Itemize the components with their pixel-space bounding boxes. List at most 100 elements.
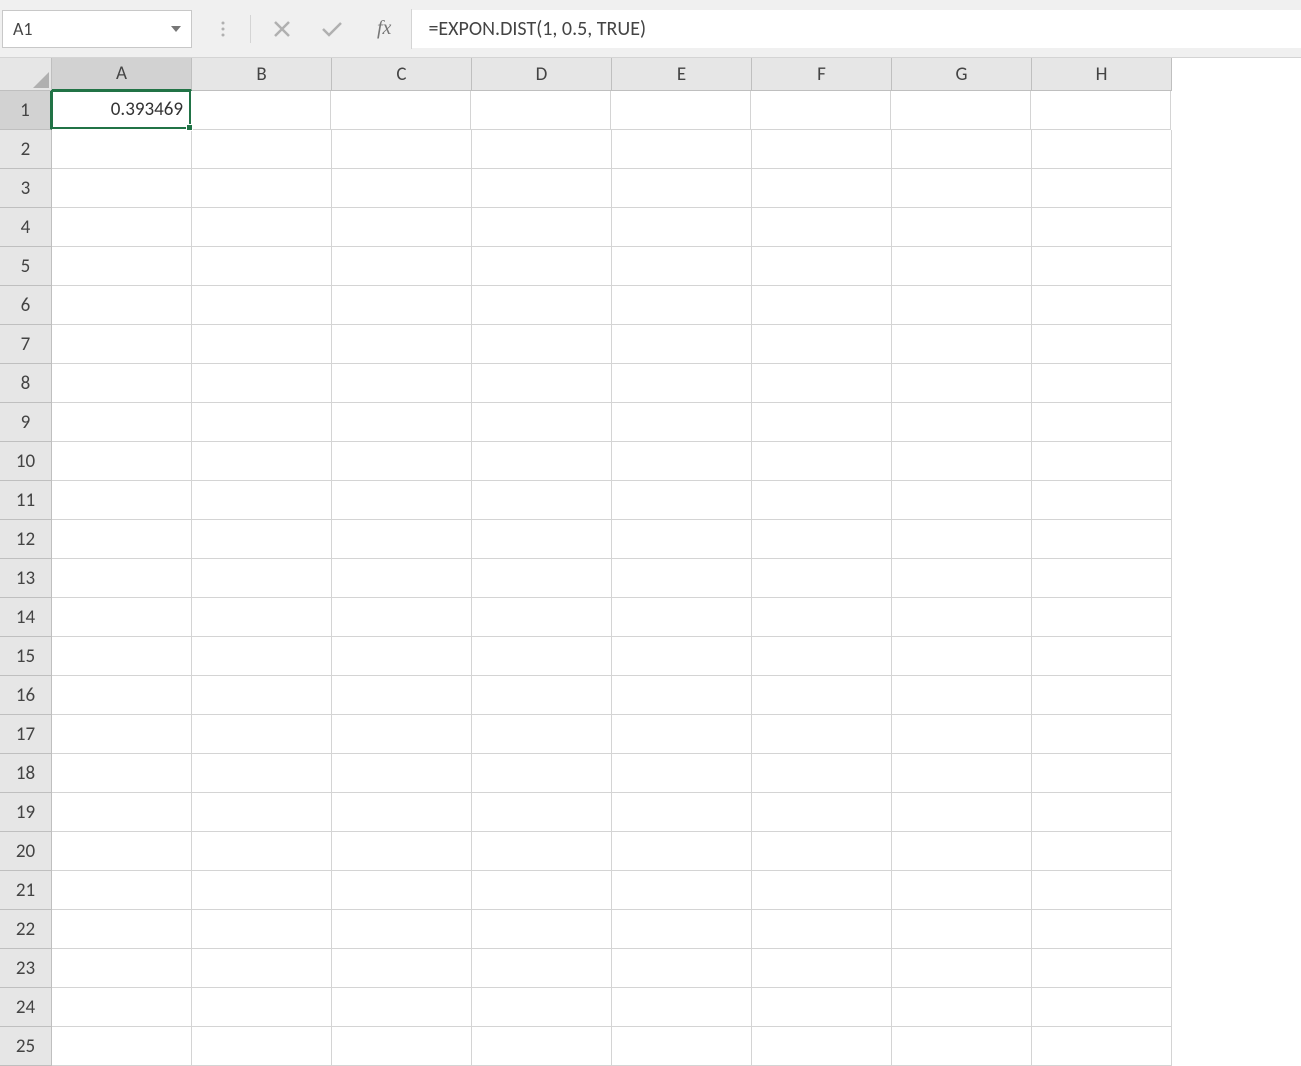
row-header-22[interactable]: 22 [0, 910, 52, 949]
cell-F25[interactable] [752, 1027, 892, 1066]
cell-G25[interactable] [892, 1027, 1032, 1066]
cell-F6[interactable] [752, 286, 892, 325]
cell-D5[interactable] [472, 247, 612, 286]
cell-G6[interactable] [892, 286, 1032, 325]
cell-F9[interactable] [752, 403, 892, 442]
cell-A24[interactable] [52, 988, 192, 1027]
cell-A14[interactable] [52, 598, 192, 637]
cell-A18[interactable] [52, 754, 192, 793]
cell-G7[interactable] [892, 325, 1032, 364]
cell-H4[interactable] [1032, 208, 1172, 247]
cell-H14[interactable] [1032, 598, 1172, 637]
cell-F20[interactable] [752, 832, 892, 871]
cell-F21[interactable] [752, 871, 892, 910]
cell-G13[interactable] [892, 559, 1032, 598]
cell-G17[interactable] [892, 715, 1032, 754]
cell-C17[interactable] [332, 715, 472, 754]
cell-A21[interactable] [52, 871, 192, 910]
cell-G12[interactable] [892, 520, 1032, 559]
cell-B13[interactable] [192, 559, 332, 598]
cell-F16[interactable] [752, 676, 892, 715]
cell-F14[interactable] [752, 598, 892, 637]
cell-C6[interactable] [332, 286, 472, 325]
cell-C13[interactable] [332, 559, 472, 598]
cell-H8[interactable] [1032, 364, 1172, 403]
cell-H20[interactable] [1032, 832, 1172, 871]
cell-C19[interactable] [332, 793, 472, 832]
cell-F8[interactable] [752, 364, 892, 403]
cell-H19[interactable] [1032, 793, 1172, 832]
row-header-14[interactable]: 14 [0, 598, 52, 637]
cell-D4[interactable] [472, 208, 612, 247]
cell-A23[interactable] [52, 949, 192, 988]
cell-D19[interactable] [472, 793, 612, 832]
cell-E19[interactable] [612, 793, 752, 832]
cell-E7[interactable] [612, 325, 752, 364]
cell-B25[interactable] [192, 1027, 332, 1066]
cell-H12[interactable] [1032, 520, 1172, 559]
cell-E4[interactable] [612, 208, 752, 247]
cell-H10[interactable] [1032, 442, 1172, 481]
cell-A10[interactable] [52, 442, 192, 481]
cell-A3[interactable] [52, 169, 192, 208]
cell-G10[interactable] [892, 442, 1032, 481]
column-header-H[interactable]: H [1032, 58, 1172, 91]
cell-B11[interactable] [192, 481, 332, 520]
cell-H3[interactable] [1032, 169, 1172, 208]
column-header-C[interactable]: C [332, 58, 472, 91]
row-header-12[interactable]: 12 [0, 520, 52, 559]
cell-H22[interactable] [1032, 910, 1172, 949]
cell-B16[interactable] [192, 676, 332, 715]
cell-G23[interactable] [892, 949, 1032, 988]
cell-E25[interactable] [612, 1027, 752, 1066]
cell-H16[interactable] [1032, 676, 1172, 715]
cell-B4[interactable] [192, 208, 332, 247]
column-header-A[interactable]: A [52, 58, 192, 91]
cell-A19[interactable] [52, 793, 192, 832]
cell-B7[interactable] [192, 325, 332, 364]
cell-F1[interactable] [751, 91, 891, 130]
cell-A17[interactable] [52, 715, 192, 754]
cell-A22[interactable] [52, 910, 192, 949]
cell-D6[interactable] [472, 286, 612, 325]
cell-G19[interactable] [892, 793, 1032, 832]
chevron-down-icon[interactable] [171, 22, 181, 36]
cell-C2[interactable] [332, 130, 472, 169]
cell-G21[interactable] [892, 871, 1032, 910]
row-header-2[interactable]: 2 [0, 130, 52, 169]
cell-B18[interactable] [192, 754, 332, 793]
cell-F13[interactable] [752, 559, 892, 598]
cell-H7[interactable] [1032, 325, 1172, 364]
cell-B8[interactable] [192, 364, 332, 403]
cell-E23[interactable] [612, 949, 752, 988]
cell-G4[interactable] [892, 208, 1032, 247]
cell-F2[interactable] [752, 130, 892, 169]
cell-F17[interactable] [752, 715, 892, 754]
cell-C3[interactable] [332, 169, 472, 208]
cell-D17[interactable] [472, 715, 612, 754]
cell-G2[interactable] [892, 130, 1032, 169]
cell-E12[interactable] [612, 520, 752, 559]
cell-E5[interactable] [612, 247, 752, 286]
row-header-5[interactable]: 5 [0, 247, 52, 286]
cell-C5[interactable] [332, 247, 472, 286]
cell-A25[interactable] [52, 1027, 192, 1066]
cell-A9[interactable] [52, 403, 192, 442]
cell-H18[interactable] [1032, 754, 1172, 793]
expand-icon[interactable] [204, 10, 242, 48]
cell-C12[interactable] [332, 520, 472, 559]
row-header-17[interactable]: 17 [0, 715, 52, 754]
cell-C11[interactable] [332, 481, 472, 520]
row-header-7[interactable]: 7 [0, 325, 52, 364]
cell-D20[interactable] [472, 832, 612, 871]
cell-D13[interactable] [472, 559, 612, 598]
cell-E6[interactable] [612, 286, 752, 325]
row-header-1[interactable]: 1 [0, 91, 52, 130]
row-header-25[interactable]: 25 [0, 1027, 52, 1066]
cell-B24[interactable] [192, 988, 332, 1027]
cell-D2[interactable] [472, 130, 612, 169]
row-header-10[interactable]: 10 [0, 442, 52, 481]
cell-C10[interactable] [332, 442, 472, 481]
cell-D14[interactable] [472, 598, 612, 637]
cell-G3[interactable] [892, 169, 1032, 208]
